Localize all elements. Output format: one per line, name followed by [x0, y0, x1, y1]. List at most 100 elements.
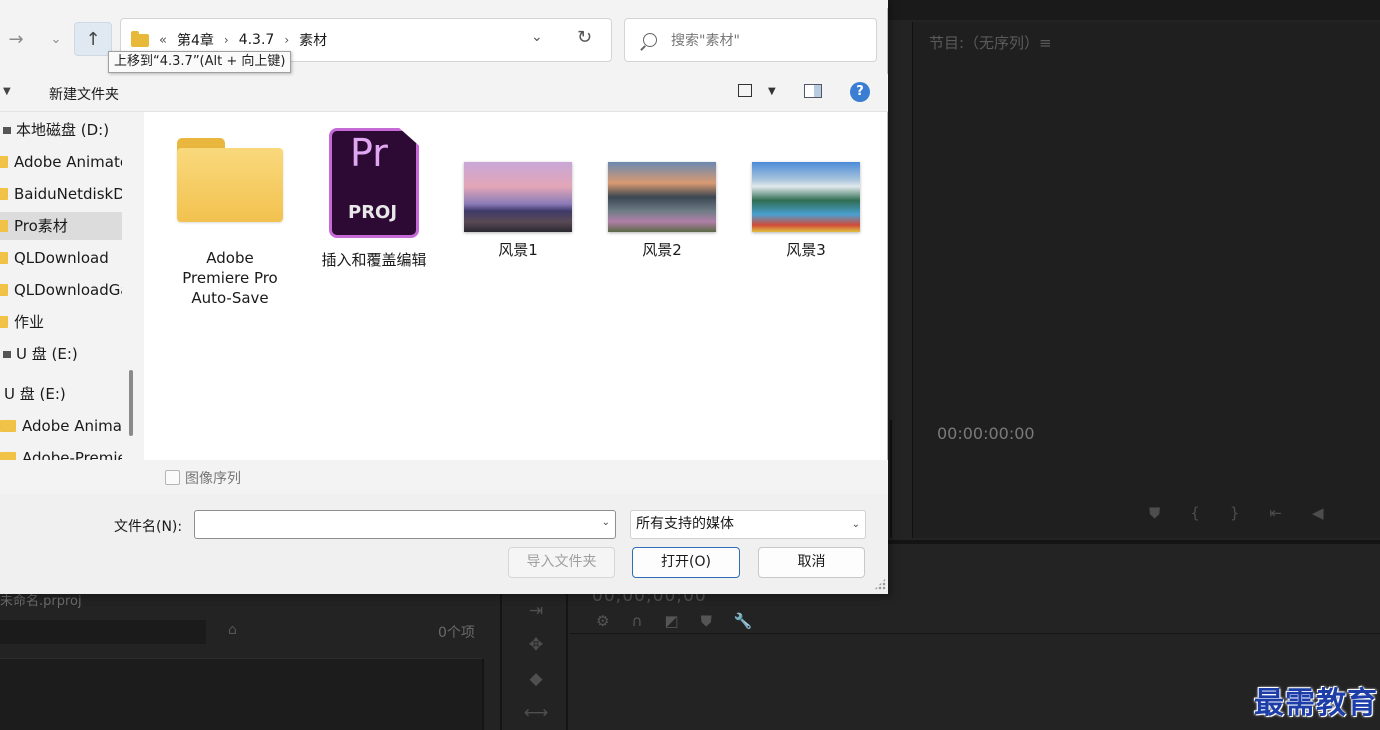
file-list: Adobe Premiere Pro Auto-Save Pr PROJ 插入和…	[144, 112, 887, 460]
panel-divider	[890, 420, 892, 538]
view-dropdown-icon[interactable]: ▼	[768, 86, 776, 97]
address-dropdown-icon[interactable]: ⌄	[531, 29, 543, 45]
resize-grip-icon[interactable]	[874, 578, 886, 590]
arrow-right-icon: →	[8, 28, 24, 50]
tree-item-qldownload[interactable]: QLDownload	[0, 244, 122, 272]
mark-in-icon[interactable]: {	[1190, 504, 1200, 522]
wrench-icon[interactable]: 🔧	[734, 612, 753, 630]
tree-item-pro-sucai[interactable]: Pro素材	[0, 212, 122, 240]
tree-item-adobe-animate[interactable]: Adobe Animate	[0, 148, 122, 176]
snap-icon[interactable]: ⚙	[596, 612, 609, 630]
monitor-controls: ⛊ { } ⇤ ◀	[1149, 504, 1323, 522]
recent-locations-button[interactable]: ⌄	[40, 22, 72, 56]
folder-icon	[131, 30, 149, 47]
preview-pane-icon[interactable]	[804, 84, 822, 98]
file-item-autosave-folder[interactable]: Adobe Premiere Pro Auto-Save	[165, 124, 295, 308]
folder-icon	[0, 220, 8, 232]
image-sequence-label: 图像序列	[185, 471, 241, 487]
file-item-fengjing2[interactable]: 风景2	[597, 124, 727, 260]
file-item-label: Adobe Premiere Pro Auto-Save	[182, 249, 278, 307]
file-item-label: 插入和覆盖编辑	[321, 251, 427, 269]
file-item-fengjing1[interactable]: 风景1	[453, 124, 583, 260]
project-panel	[0, 658, 484, 730]
filename-label: 文件名(N):	[114, 519, 183, 535]
folder-icon	[0, 452, 16, 460]
dialog-footer: 文件名(N): ⌄ 所有支持的媒体 ⌄ 导入文件夹 打开(O) 取消	[0, 494, 888, 594]
program-timecode[interactable]: 00:00:00:00	[937, 424, 1035, 443]
step-back-icon[interactable]: ◀	[1312, 504, 1324, 522]
open-button[interactable]: 打开(O)	[632, 547, 740, 578]
navigation-pane: 本地磁盘 (D:) Adobe Animate BaiduNetdiskDown…	[0, 112, 142, 460]
file-type-value: 所有支持的媒体	[636, 516, 734, 532]
drive-icon	[3, 127, 11, 134]
link-icon[interactable]: ∩	[631, 612, 642, 630]
tree-item-baidunetdisk[interactable]: BaiduNetdiskDownload	[0, 180, 122, 208]
tree-item-adobe-premiere[interactable]: Adobe-Premiere	[0, 444, 122, 460]
breadcrumb-sucai[interactable]: 素材	[299, 30, 327, 50]
tree-item-usb-e-root[interactable]: U 盘 (E:)	[0, 380, 122, 408]
breadcrumb-437[interactable]: 4.3.7	[239, 32, 275, 48]
breadcrumb-chapter4[interactable]: 第4章	[177, 30, 214, 50]
filename-input[interactable]: ⌄	[194, 510, 616, 539]
import-dialog: → ⌄ ↑ « 第4章 › 4.3.7 › 素材 ⌄ ↻ 搜索"素材" ▼ 新建…	[0, 0, 888, 594]
folder-icon	[0, 188, 8, 200]
up-one-level-button[interactable]: ↑	[74, 22, 112, 56]
organize-dropdown-icon[interactable]: ▼	[3, 86, 11, 97]
file-item-label: 风景2	[642, 241, 682, 259]
refresh-icon[interactable]: ↻	[577, 27, 592, 48]
chevron-down-icon[interactable]: ⌄	[602, 517, 610, 528]
up-button-tooltip: 上移到“4.3.7”(Alt + 向上键)	[108, 51, 292, 73]
file-type-select[interactable]: 所有支持的媒体 ⌄	[630, 510, 866, 539]
chevron-down-icon: ⌄	[851, 519, 860, 530]
file-item-label: 风景3	[786, 241, 826, 259]
tree-item-usb-adobe-animate[interactable]: Adobe Animate	[0, 412, 122, 440]
tree-item-usb-e[interactable]: U 盘 (E:)	[0, 340, 122, 368]
search-placeholder: 搜索"素材"	[671, 33, 740, 49]
bin-icon[interactable]: ⌂	[228, 622, 237, 638]
folder-icon	[0, 252, 8, 264]
breadcrumb-overflow[interactable]: «	[159, 33, 167, 48]
razor-icon[interactable]: ◆	[502, 662, 570, 696]
dialog-title-strip	[0, 0, 888, 8]
search-icon	[643, 33, 657, 47]
breadcrumb-separator-icon[interactable]: ›	[224, 33, 229, 47]
breadcrumb-separator-icon[interactable]: ›	[284, 33, 289, 47]
new-folder-button[interactable]: 新建文件夹	[49, 84, 119, 104]
tree-item-drive-d[interactable]: 本地磁盘 (D:)	[0, 116, 122, 144]
cancel-button[interactable]: 取消	[758, 547, 865, 578]
premiere-project-icon: Pr PROJ	[329, 128, 419, 238]
file-item-prproj[interactable]: Pr PROJ 插入和覆盖编辑	[309, 124, 439, 270]
project-search-input[interactable]	[0, 620, 206, 644]
tree-item-qldownloadgame[interactable]: QLDownloadGame	[0, 276, 122, 304]
tree-item-zuoye[interactable]: 作业	[0, 308, 122, 336]
search-box[interactable]: 搜索"素材"	[624, 18, 877, 62]
import-folder-button[interactable]: 导入文件夹	[508, 547, 615, 578]
folder-icon	[0, 156, 8, 168]
mark-out-icon[interactable]: }	[1230, 504, 1240, 522]
navigation-scrollbar[interactable]	[129, 370, 133, 436]
folder-icon	[177, 138, 283, 222]
marker-icon[interactable]: ⛊	[701, 612, 712, 630]
nest-icon[interactable]: ◩	[664, 612, 678, 630]
go-to-in-icon[interactable]: ⇤	[1269, 504, 1282, 522]
timeline-tools: ⚙ ∩ ◩ ⛊ 🔧	[596, 612, 753, 630]
view-mode-icon[interactable]	[738, 84, 752, 97]
file-item-fengjing3[interactable]: 风景3	[741, 124, 871, 260]
add-marker-icon[interactable]: ⛊	[1149, 504, 1160, 522]
command-bar: ▼ 新建文件夹 ▼ ?	[0, 74, 888, 112]
track-select-icon[interactable]: ⇥	[502, 594, 570, 628]
slip-icon[interactable]: ⟷	[502, 696, 570, 730]
usb-drive-icon	[3, 351, 11, 358]
image-sequence-checkbox[interactable]	[165, 470, 180, 485]
program-monitor-label[interactable]: 节目:（无序列）≡	[929, 32, 1052, 53]
image-thumbnail	[608, 162, 716, 232]
folder-icon	[0, 316, 8, 328]
project-item-count: 0个项	[438, 625, 475, 641]
watermark-logo: 最需教育	[1254, 686, 1378, 721]
image-thumbnail	[464, 162, 572, 232]
forward-button[interactable]: →	[0, 22, 32, 56]
chevron-down-icon: ⌄	[50, 31, 62, 47]
program-monitor: 节目:（无序列）≡ 00:00:00:00 ⛊ { } ⇤ ◀	[912, 22, 1380, 538]
ripple-edit-icon[interactable]: ✥	[502, 628, 570, 662]
help-icon[interactable]: ?	[850, 82, 870, 102]
